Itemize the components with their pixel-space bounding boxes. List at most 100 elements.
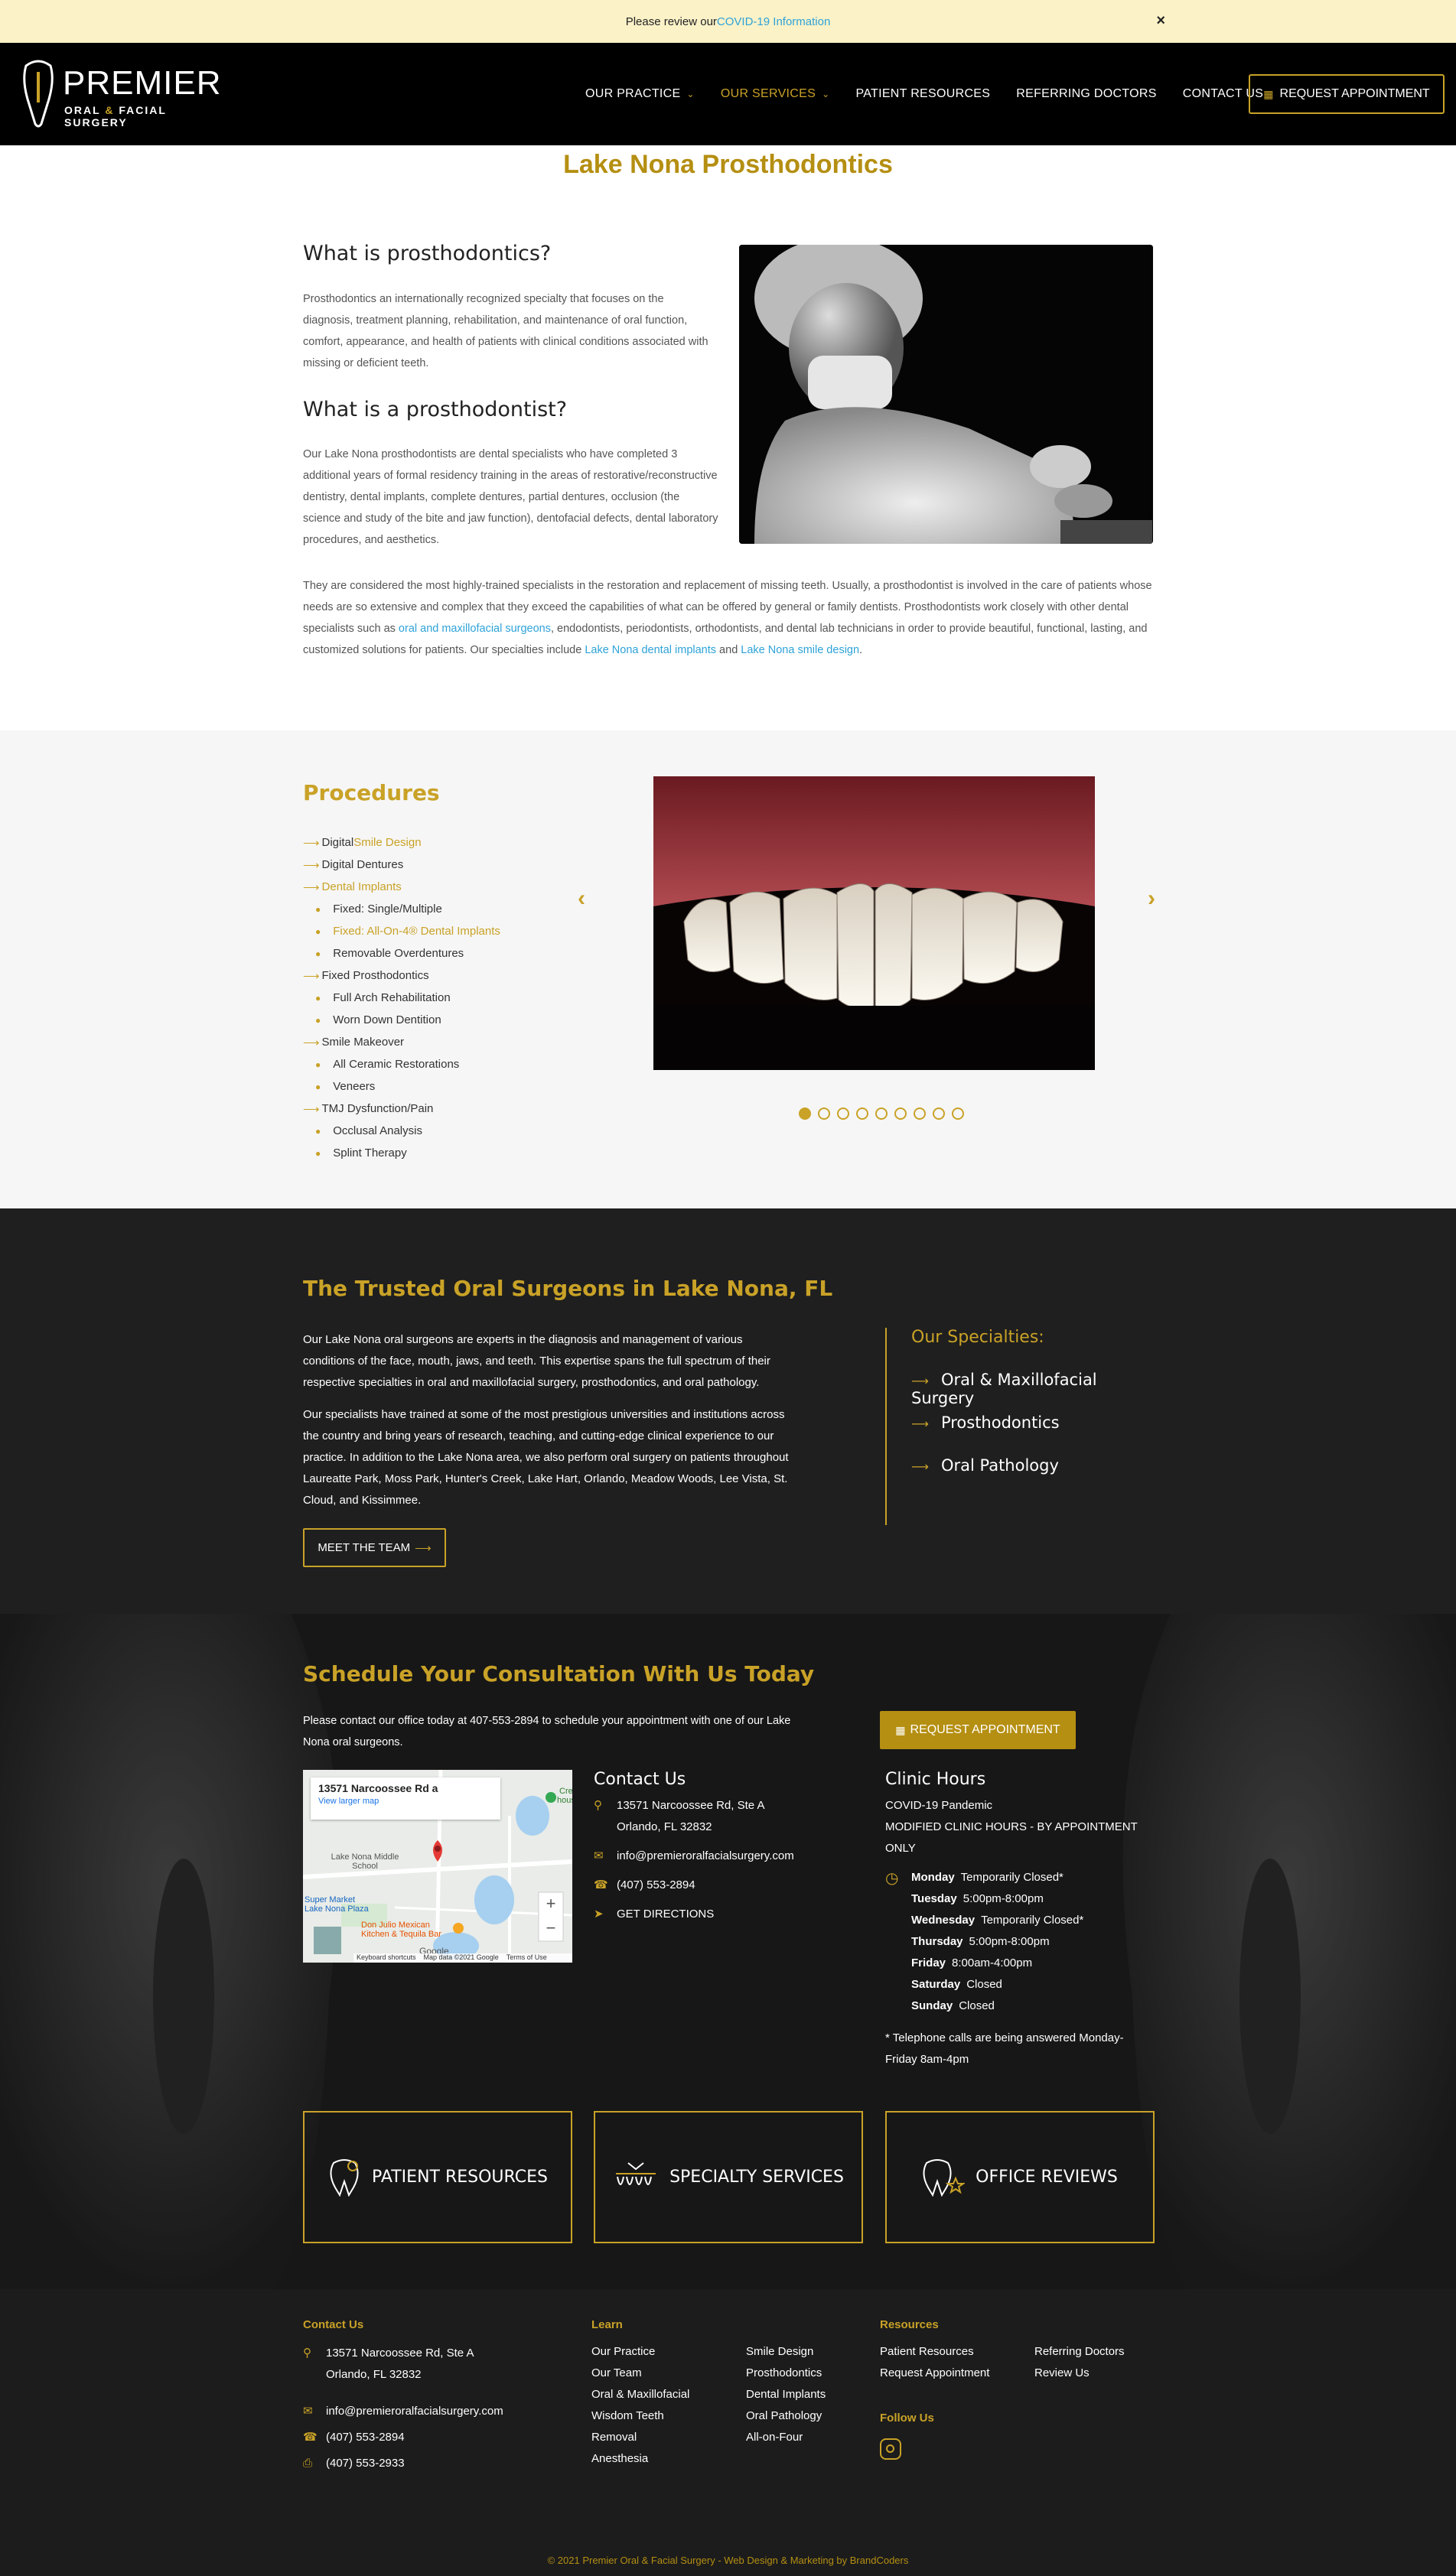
view-larger-map-link[interactable]: View larger map [318, 1797, 493, 1806]
nav-our-practice[interactable]: OUR PRACTICE ⌄ [585, 87, 695, 101]
procedure-item[interactable]: ⟶ Digital Dentures [303, 854, 533, 876]
bullet-icon: ● [315, 1014, 321, 1026]
hours-list: ◷ Monday Temporarily Closed* Tuesday 5:00pm… [885, 1867, 1145, 2017]
request-appointment-button[interactable]: ▦ REQUEST APPOINTMENT [880, 1711, 1076, 1749]
specialty-services-card[interactable]: SPECIALTY SERVICES [594, 2111, 863, 2243]
arrow-right-icon: ⟶ [303, 1102, 320, 1116]
procedure-item[interactable]: ⟶ TMJ Dysfunction/Pain [303, 1098, 533, 1120]
footer-learn-list: Our Practice Our Team Oral & Maxillofacial… [591, 2341, 689, 2470]
prosthodontist-photo [739, 245, 1153, 544]
footer-link[interactable]: All-on-Four [746, 2427, 826, 2448]
procedure-label: Smile Makeover [321, 1036, 405, 1049]
map-footer-item[interactable]: Keyboard shortcuts [357, 1953, 416, 1963]
hours-time: 5:00pm-8:00pm [963, 1892, 1044, 1905]
nav-referring-doctors[interactable]: REFERRING DOCTORS [1016, 87, 1156, 101]
procedure-item[interactable]: ● Removable Overdentures [303, 942, 533, 964]
procedure-item[interactable]: ⟶ Smile Makeover [303, 1031, 533, 1053]
slider-dot[interactable] [875, 1107, 888, 1120]
footer-email[interactable]: ✉ info@premieroralfacialsurgery.com [303, 2401, 503, 2422]
footer-link[interactable]: Oral & Maxillofacial [591, 2384, 689, 2405]
trusted-paragraph: Our specialists have trained at some of … [303, 1408, 789, 1507]
smile-design-link[interactable]: Lake Nona smile design [741, 644, 859, 656]
copyright: © 2021 Premier Oral & Facial Surgery - W… [547, 2555, 909, 2566]
procedure-item[interactable]: ● Fixed: All-On-4® Dental Implants [303, 920, 533, 942]
oral-surgeons-link[interactable]: oral and maxillofacial surgeons [399, 623, 551, 635]
specialty-oral-pathology[interactable]: ⟶ Oral Pathology [911, 1456, 1059, 1475]
procedure-item[interactable]: ● Splint Therapy [303, 1142, 533, 1164]
footer-link[interactable]: Smile Design [746, 2341, 826, 2363]
phone-icon: ☎ [594, 1878, 608, 1891]
image-slider[interactable] [653, 776, 1095, 1070]
procedure-label: Occlusal Analysis [333, 1124, 422, 1137]
patient-resources-card[interactable]: PATIENT RESOURCES [303, 2111, 572, 2243]
slider-dot[interactable] [914, 1107, 926, 1120]
specialty-oral-maxillofacial[interactable]: ⟶ Oral & Maxillofacial Surgery [911, 1371, 1161, 1407]
map-place: 13571 Narcoossee Rd a [318, 1782, 438, 1794]
map-footer-item[interactable]: Terms of Use [507, 1953, 547, 1963]
procedure-item[interactable]: ● Worn Down Dentition [303, 1009, 533, 1031]
google-map[interactable]: 13571 Narcoossee Rd a View larger map Cr… [303, 1770, 572, 1963]
meet-the-team-button[interactable]: MEET THE TEAM ⟶ [303, 1528, 446, 1567]
zoom-out-button[interactable]: − [539, 1917, 563, 1941]
procedure-item[interactable]: ⟶ Dental Implants [303, 876, 533, 898]
footer-link[interactable]: Our Team [591, 2363, 689, 2384]
slider-prev-icon[interactable]: ‹ [578, 886, 585, 912]
logo[interactable]: PREMIER ORAL & FACIAL SURGERY [21, 58, 222, 128]
procedure-item[interactable]: ⟶ Fixed Prosthodontics [303, 964, 533, 987]
instagram-icon[interactable] [880, 2438, 901, 2460]
email[interactable]: ✉ info@premieroralfacialsurgery.com [594, 1846, 823, 1867]
slider-dot[interactable] [952, 1107, 964, 1120]
zoom-in-button[interactable]: + [539, 1892, 563, 1917]
arrow-right-icon: ⟶ [415, 1541, 432, 1555]
footer-link[interactable]: Our Practice [591, 2341, 689, 2363]
specialty-prosthodontics[interactable]: ⟶ Prosthodontics [911, 1413, 1060, 1432]
meet-team-label: MEET THE TEAM [318, 1541, 411, 1554]
footer-link[interactable]: Oral Pathology [746, 2405, 826, 2427]
procedure-label: Digital [321, 836, 354, 849]
close-icon[interactable]: × [1156, 12, 1165, 30]
specialty-label: Prosthodontics [940, 1413, 1060, 1432]
calendar-icon: ▦ [1263, 87, 1274, 100]
footer-link[interactable]: Review Us [1034, 2363, 1125, 2384]
footer-link[interactable]: Removal [591, 2427, 689, 2448]
procedure-item[interactable]: ● All Ceramic Restorations [303, 1053, 533, 1075]
footer-link[interactable]: Referring Doctors [1034, 2341, 1125, 2363]
hours-day: Friday [911, 1956, 946, 1969]
footer-learn-title: Learn [591, 2318, 623, 2331]
map-pin-icon: ⚲ [303, 2347, 311, 2360]
footer-link[interactable]: Request Appointment [880, 2363, 989, 2384]
procedure-item[interactable]: ● Veneers [303, 1075, 533, 1098]
footer-phone[interactable]: ☎ (407) 553-2894 [303, 2427, 405, 2448]
footer-resources-list: Patient Resources Request Appointment [880, 2341, 989, 2384]
slider-next-icon[interactable]: › [1148, 886, 1155, 912]
tooth-star-icon [923, 2158, 966, 2197]
footer-link[interactable]: Anesthesia [591, 2448, 689, 2470]
slider-dot[interactable] [933, 1107, 945, 1120]
hours-day: Saturday [911, 1978, 961, 1991]
footer-link[interactable]: Dental Implants [746, 2384, 826, 2405]
nav-patient-resources[interactable]: PATIENT RESOURCES [855, 87, 990, 101]
footer-link[interactable]: Prosthodontics [746, 2363, 826, 2384]
dental-implants-link[interactable]: Lake Nona dental implants [585, 644, 716, 656]
office-reviews-card[interactable]: OFFICE REVIEWS [885, 2111, 1155, 2243]
procedure-item[interactable]: ● Occlusal Analysis [303, 1120, 533, 1142]
slider-dot[interactable] [856, 1107, 868, 1120]
procedure-label: Fixed: Single/Multiple [333, 903, 442, 916]
slider-dot[interactable] [837, 1107, 849, 1120]
nav-our-services[interactable]: OUR SERVICES ⌄ [721, 87, 830, 101]
procedure-item[interactable]: ● Full Arch Rehabilitation [303, 987, 533, 1009]
slider-dot[interactable] [894, 1107, 907, 1120]
slider-dot[interactable] [799, 1107, 811, 1120]
specialty-label: Oral & Maxillofacial Surgery [911, 1371, 1097, 1407]
arrow-right-icon: ⟶ [911, 1374, 929, 1388]
procedure-item[interactable]: ● Fixed: Single/Multiple [303, 898, 533, 920]
procedure-item[interactable]: ⟶ Digital Smile Design [303, 831, 533, 854]
main-nav: OUR PRACTICE ⌄ OUR SERVICES ⌄ PATIENT RESO… [585, 87, 1289, 101]
slider-dot[interactable] [818, 1107, 830, 1120]
phone[interactable]: ☎ (407) 553-2894 [594, 1875, 823, 1896]
get-directions-link[interactable]: ➤ GET DIRECTIONS [594, 1904, 823, 1925]
footer-link[interactable]: Patient Resources [880, 2341, 989, 2363]
footer-link[interactable]: Wisdom Teeth [591, 2405, 689, 2427]
covid-info-link[interactable]: COVID-19 Information [717, 15, 830, 28]
request-appointment-button[interactable]: ▦ REQUEST APPOINTMENT [1249, 74, 1445, 114]
